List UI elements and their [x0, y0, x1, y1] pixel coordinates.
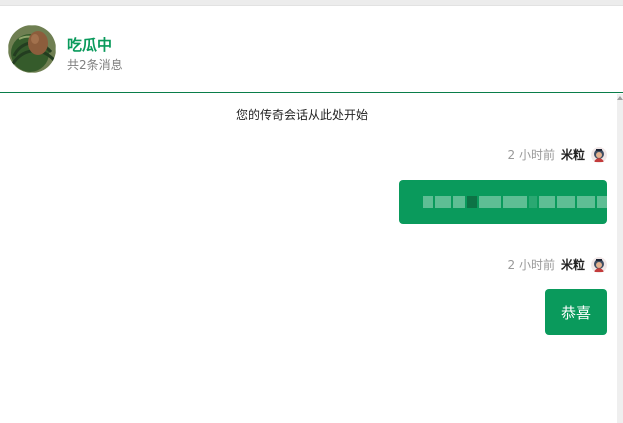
user-avatar-icon [591, 146, 607, 163]
message-time: 2 小时前 [507, 148, 555, 162]
message-count: 共2条消息 [67, 58, 123, 72]
blurred-content [423, 196, 607, 208]
user-avatar [591, 256, 607, 273]
message-bubble[interactable]: 恭喜 [544, 289, 607, 335]
group-avatar[interactable] [8, 25, 56, 73]
message-time: 2 小时前 [507, 258, 555, 272]
message-text: 恭喜 [560, 303, 591, 322]
chat-header: 吃瓜中 共2条消息 [0, 6, 623, 93]
watermelon-photo-icon [8, 25, 56, 73]
scroll-up-icon[interactable] [617, 96, 623, 100]
message-bubble-blurred[interactable] [399, 180, 607, 224]
chat-title: 吃瓜中 [67, 36, 113, 54]
user-avatar-icon [591, 256, 607, 273]
chat-scrollbar[interactable] [617, 94, 623, 423]
message-meta: 2 小时前 米粒 [508, 256, 607, 273]
conversation-start-notice: 您的传奇会话从此处开始 [235, 108, 368, 122]
chat-window: 吃瓜中 共2条消息 您的传奇会话从此处开始 2 小时前 米粒 2 小时前 米粒 … [0, 0, 623, 423]
message-user: 米粒 [560, 148, 585, 162]
user-avatar [591, 146, 607, 163]
message-user: 米粒 [560, 258, 585, 272]
message-meta: 2 小时前 米粒 [508, 146, 607, 163]
message-list[interactable]: 您的传奇会话从此处开始 2 小时前 米粒 2 小时前 米粒 恭喜 [0, 94, 617, 423]
